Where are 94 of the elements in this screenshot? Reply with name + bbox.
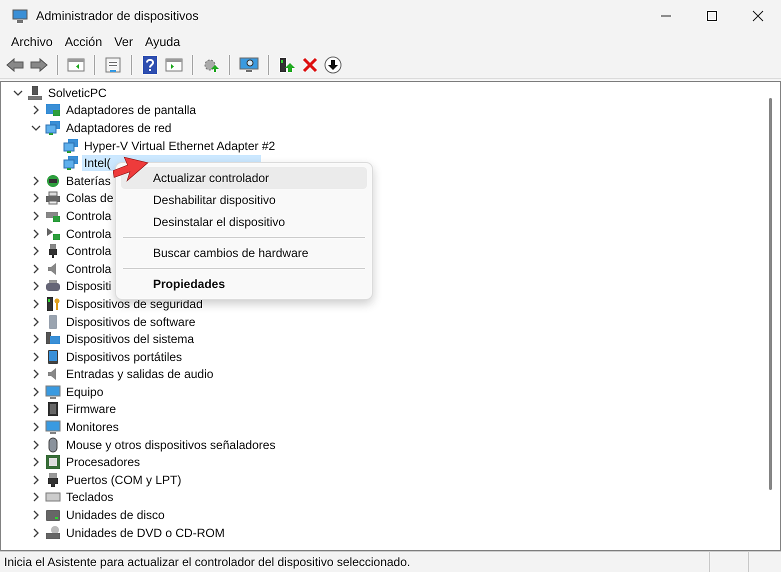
status-text: Inicia el Asistente para actualizar el controlador del dispositivo seleccionado. (4, 555, 410, 569)
menu-item[interactable]: Ayuda (138, 34, 186, 50)
tablet-icon (45, 348, 61, 365)
chevron-icon[interactable] (31, 246, 41, 256)
context-menu-item[interactable]: Propiedades (121, 273, 367, 295)
close-icon (752, 10, 764, 22)
chevron-icon[interactable] (31, 176, 41, 186)
computer-icon (27, 84, 43, 101)
chevron-icon[interactable] (31, 210, 41, 221)
dvd-drive-icon (45, 524, 61, 541)
app-icon (12, 8, 28, 24)
tree-item[interactable]: Controla (64, 243, 114, 260)
tree-item[interactable]: Firmware (64, 401, 118, 418)
tree-item[interactable]: Teclados (64, 489, 116, 506)
chevron-icon[interactable] (31, 528, 41, 538)
gear-icon[interactable] (202, 57, 220, 73)
chevron-icon[interactable] (31, 281, 41, 292)
context-menu-item[interactable]: Buscar cambios de hardware (121, 242, 367, 264)
tree-item[interactable]: Dispositi (64, 278, 114, 294)
printer-icon (45, 190, 61, 206)
chevron-icon[interactable] (31, 105, 41, 116)
tree-item[interactable]: Hyper-V Virtual Ethernet Adapter #2 (82, 138, 278, 154)
tree-item[interactable]: Entradas y salidas de audio (64, 366, 216, 382)
chevron-icon[interactable] (31, 298, 41, 309)
chevron-icon[interactable] (31, 193, 41, 204)
window-title: Administrador de dispositivos (36, 9, 199, 23)
chevron-icon[interactable] (31, 422, 41, 432)
tree-item[interactable]: Unidades de disco (64, 507, 167, 524)
tree-item[interactable]: Equipo (64, 384, 106, 400)
properties-icon[interactable] (104, 57, 122, 73)
menu-item[interactable]: Ver (108, 34, 139, 50)
chevron-icon[interactable] (31, 228, 41, 239)
port-icon (45, 472, 61, 488)
pointer-arrow-drawing (113, 156, 149, 182)
scrollbar[interactable] (769, 98, 772, 490)
chevron-icon[interactable] (31, 386, 41, 397)
battery-icon (45, 172, 61, 189)
tree-item[interactable]: Unidades de DVD o CD-ROM (64, 524, 227, 541)
network-icon (63, 138, 79, 154)
tree-item[interactable]: Adaptadores de pantalla (64, 102, 198, 118)
chevron-icon[interactable] (31, 457, 41, 468)
back-icon[interactable] (6, 57, 24, 73)
tree-item[interactable]: SolveticPC (46, 84, 109, 101)
context-menu-item[interactable]: Deshabilitar dispositivo (121, 189, 367, 211)
tree-item[interactable]: Puertos (COM y LPT) (64, 472, 184, 488)
tree-item[interactable]: Baterías (64, 172, 113, 189)
network-icon (45, 120, 61, 136)
security-key-icon (45, 296, 61, 312)
help-icon[interactable] (141, 56, 159, 74)
chevron-icon[interactable] (31, 352, 41, 362)
chevron-icon[interactable] (31, 440, 41, 450)
window-pane-icon[interactable] (67, 57, 85, 73)
minimize-icon (660, 15, 672, 17)
chevron-icon[interactable] (31, 264, 41, 274)
context-menu-item[interactable]: Desinstalar el dispositivo (121, 211, 367, 233)
chevron-icon[interactable] (31, 404, 41, 414)
chevron-icon[interactable] (31, 369, 41, 380)
tree-item[interactable]: Dispositivos de seguridad (64, 296, 205, 312)
download-icon[interactable] (324, 56, 342, 74)
tree-item[interactable]: Controla (64, 260, 114, 277)
chevron-icon[interactable] (31, 122, 41, 133)
monitor-search-icon[interactable] (239, 57, 259, 73)
disk-drive-icon (45, 507, 61, 524)
chevron-icon[interactable] (31, 474, 41, 485)
chevron-icon[interactable] (13, 88, 23, 98)
tree-item[interactable]: Adaptadores de red (64, 120, 174, 136)
tree-item[interactable]: Controla (64, 226, 114, 242)
maximize-icon (706, 10, 718, 22)
tree-item[interactable]: Dispositivos portátiles (64, 348, 184, 365)
tree-item[interactable]: Mouse y otros dispositivos señaladores (64, 436, 278, 453)
tree-item[interactable]: Procesadores (64, 454, 142, 470)
network-icon (63, 155, 79, 172)
tree-item[interactable]: Monitores (64, 419, 121, 436)
chevron-icon[interactable] (31, 316, 41, 327)
tree-item[interactable]: Dispositivos del sistema (64, 331, 196, 348)
chip-icon (45, 401, 61, 418)
menu-item[interactable]: Acción (58, 34, 108, 50)
device-update-icon[interactable] (278, 57, 296, 73)
delete-icon[interactable] (302, 57, 318, 73)
bus-controller-icon (45, 226, 61, 242)
context-menu-item[interactable]: Actualizar controlador (121, 167, 367, 189)
tree-item[interactable]: Controla (64, 208, 114, 224)
window-pane-icon[interactable] (165, 57, 183, 73)
tree-item[interactable]: Dispositivos de software (64, 314, 198, 330)
forward-icon[interactable] (30, 57, 48, 73)
display-adapter-icon (45, 102, 61, 118)
menu-item[interactable]: Archivo (5, 34, 59, 50)
chevron-icon[interactable] (31, 492, 41, 502)
tree-item[interactable]: Colas de (64, 190, 116, 206)
chevron-icon[interactable] (31, 510, 41, 520)
processor-icon (45, 454, 61, 470)
monitor-icon (45, 419, 61, 436)
chevron-icon[interactable] (31, 334, 41, 344)
monitor-icon (45, 384, 61, 400)
